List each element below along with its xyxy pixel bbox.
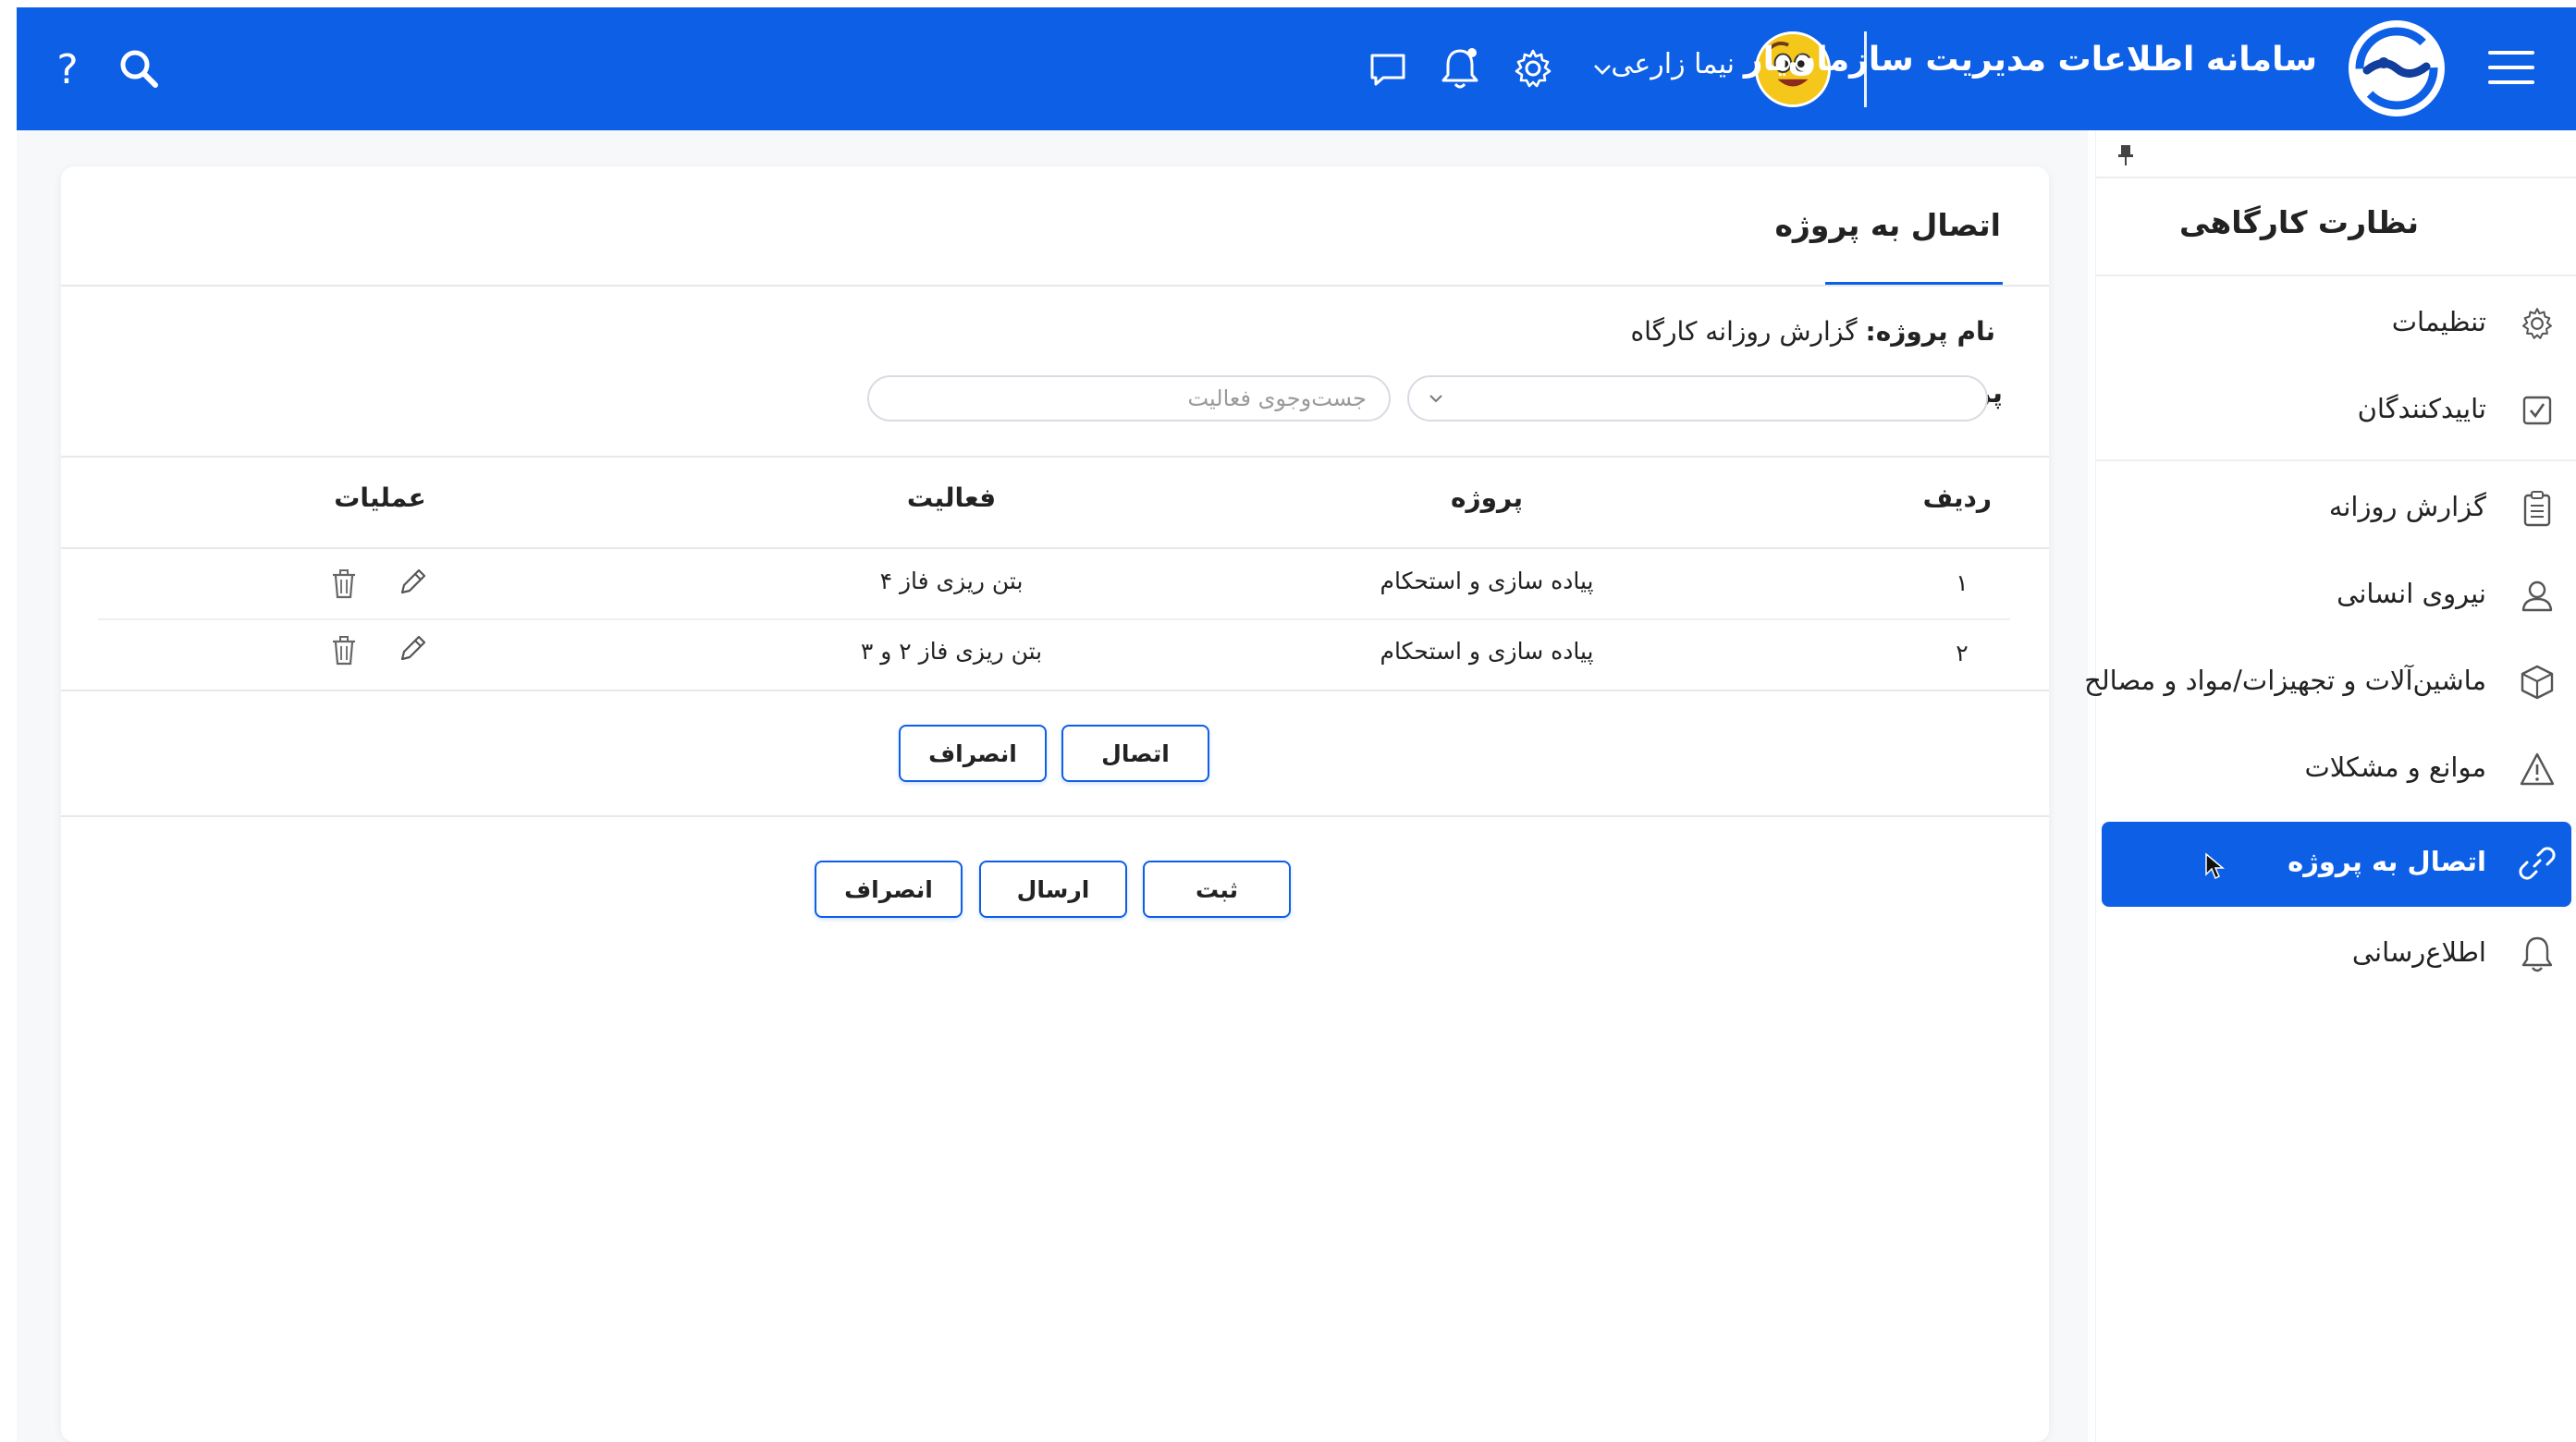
logo-icon	[2349, 20, 2445, 116]
top-bar: ? نیما زارعی سامانه اطلاعات مدیریت سازما…	[17, 7, 2576, 130]
mouse-cursor-icon	[2205, 852, 2225, 880]
card-title: اتصال به پروژه	[1774, 207, 2001, 243]
sidebar-item-label: موانع و مشکلات	[2304, 752, 2486, 783]
help-icon: ?	[56, 45, 79, 93]
send-button[interactable]: ارسال	[979, 861, 1127, 918]
table-top-divider	[61, 456, 2049, 458]
table-bottom-divider	[61, 690, 2049, 691]
menu-icon	[2488, 51, 2534, 84]
th-project: پروژه	[1451, 483, 1523, 513]
pencil-icon	[400, 635, 426, 661]
cancel-connect-button[interactable]: انصراف	[899, 725, 1047, 782]
app-title: سامانه اطلاعات مدیریت سازمان‌یار	[1743, 41, 2317, 79]
edit-button-1[interactable]	[394, 564, 431, 601]
sidebar: نظارت کارگاهی تنظیمات تاییدکنندگان گزارش…	[2084, 130, 2576, 1442]
project-name-value: گزارش روزانه کارگاه	[1630, 316, 1858, 347]
pin-icon	[2118, 145, 2133, 165]
chat-button[interactable]	[1365, 46, 1411, 92]
cube-icon	[2518, 663, 2557, 702]
sidebar-item-label: تاییدکنندگان	[2357, 393, 2486, 424]
submit-button[interactable]: ثبت	[1143, 861, 1291, 918]
sidebar-item-approvers[interactable]: تاییدکنندگان	[2102, 369, 2571, 452]
notifications-button[interactable]	[1437, 43, 1483, 94]
title-divider	[61, 285, 2049, 287]
checkbox-icon	[2518, 391, 2557, 430]
chat-icon	[1370, 54, 1405, 86]
delete-button-1[interactable]	[325, 566, 362, 603]
edit-button-2[interactable]	[394, 630, 431, 667]
pin-button[interactable]	[2116, 143, 2135, 171]
clipboard-icon	[2518, 489, 2557, 528]
trash-icon	[333, 636, 355, 666]
warning-icon	[2518, 750, 2557, 788]
project-name: نام پروژه: گزارش روزانه کارگاه	[1630, 316, 1995, 347]
activity-search-input[interactable]	[867, 375, 1391, 422]
table-header-divider	[61, 547, 2049, 549]
settings-button[interactable]	[1509, 44, 1557, 92]
bell-icon	[1441, 48, 1478, 89]
sidebar-item-label: نیروی انسانی	[2337, 578, 2486, 609]
th-actions: عملیات	[334, 483, 426, 513]
search-icon	[120, 50, 158, 88]
logo	[2345, 17, 2448, 120]
window-edge	[0, 0, 17, 1442]
link-icon	[2518, 844, 2557, 883]
help-button[interactable]: ?	[46, 41, 89, 98]
cell-project-1: پیاده سازی و استحکام	[1380, 568, 1594, 594]
section-divider	[61, 815, 2049, 817]
cell-project-2: پیاده سازی و استحکام	[1380, 638, 1594, 665]
cell-activity-1: بتن ریزی فاز ۴	[879, 568, 1024, 594]
connect-project-card: اتصال به پروژه نام پروژه: گزارش روزانه ک…	[61, 166, 2049, 1442]
sidebar-item-manpower[interactable]: نیروی انسانی	[2102, 554, 2571, 637]
chevron-down-icon	[1429, 395, 1442, 403]
th-row: ردیف	[1922, 483, 1992, 513]
gear-icon	[1515, 49, 1552, 88]
menu-button[interactable]	[2485, 44, 2537, 91]
sidebar-item-daily-report[interactable]: گزارش روزانه	[2102, 467, 2571, 550]
row-divider	[98, 618, 2010, 620]
sidebar-item-obstacles[interactable]: موانع و مشکلات	[2102, 727, 2571, 811]
cell-row-1: ۱	[1956, 569, 1969, 596]
delete-button-2[interactable]	[325, 632, 362, 669]
sidebar-title: نظارت کارگاهی	[2178, 204, 2419, 240]
cell-activity-2: بتن ریزی فاز ۲ و ۳	[860, 638, 1043, 665]
connect-button[interactable]: اتصال	[1061, 725, 1209, 782]
sidebar-item-label: اطلاع‌رسانی	[2351, 936, 2486, 968]
bell-icon	[2518, 935, 2557, 973]
sidebar-top-divider	[2096, 177, 2576, 178]
sidebar-item-settings[interactable]: تنظیمات	[2102, 282, 2571, 365]
sidebar-item-label: ماشین‌آلات و تجهیزات/مواد و مصالح	[2084, 665, 2486, 696]
chevron-down-icon	[1594, 65, 1611, 75]
project-select[interactable]	[1407, 375, 1988, 422]
cell-row-2: ۲	[1956, 640, 1969, 666]
sidebar-item-label: تنظیمات	[2391, 306, 2486, 337]
sidebar-item-notifications[interactable]: اطلاع‌رسانی	[2102, 912, 2571, 996]
th-activity: فعالیت	[906, 483, 997, 513]
sidebar-item-label: اتصال به پروژه	[2288, 846, 2486, 877]
gear-icon	[2518, 304, 2557, 343]
cancel-button[interactable]: انصراف	[815, 861, 963, 918]
sidebar-divider	[2096, 459, 2576, 461]
user-icon	[2518, 576, 2557, 615]
pencil-icon	[400, 568, 426, 594]
sidebar-title-divider	[2096, 275, 2576, 276]
trash-icon	[333, 569, 355, 599]
project-name-key: نام پروژه:	[1865, 316, 1995, 347]
sidebar-item-machinery[interactable]: ماشین‌آلات و تجهیزات/مواد و مصالح	[2084, 641, 2571, 724]
sidebar-item-label: گزارش روزانه	[2328, 491, 2486, 522]
user-name[interactable]: نیما زارعی	[1611, 48, 1735, 80]
search-button[interactable]	[113, 43, 165, 94]
sidebar-item-connect-project[interactable]: اتصال به پروژه	[2102, 822, 2571, 907]
